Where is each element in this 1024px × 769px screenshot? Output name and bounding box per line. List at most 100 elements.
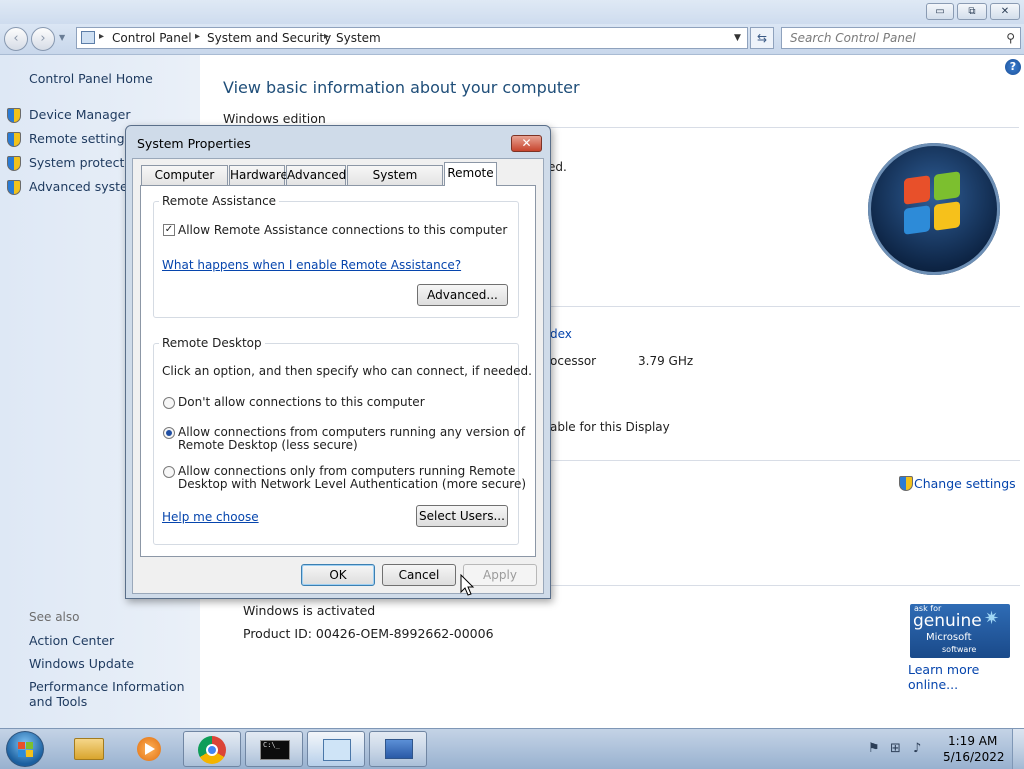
search-icon[interactable]: ⚲ (1006, 31, 1015, 45)
change-settings-link[interactable]: Change settings (914, 476, 1016, 491)
windows-edition-heading: Windows edition (223, 111, 326, 126)
breadcrumb-system[interactable]: System (336, 31, 381, 45)
maximize-button[interactable]: ⧉ (957, 3, 987, 20)
control-panel-icon (323, 739, 351, 761)
show-desktop-button[interactable] (1012, 729, 1024, 769)
radio-allow-any-version-label-2[interactable]: Remote Desktop (less secure) (178, 439, 358, 452)
folder-icon (74, 738, 104, 760)
refresh-icon: ⇆ (756, 31, 768, 45)
clock-date[interactable]: 5/16/2022 (943, 750, 1005, 764)
start-logo-icon (18, 750, 25, 757)
dialog-body: Computer Name Hardware Advanced System P… (132, 158, 544, 594)
windows-logo-icon (868, 143, 1000, 275)
help-me-choose-link[interactable]: Help me choose (162, 510, 259, 524)
system-properties-dialog: System Properties ✕ Computer Name Hardwa… (125, 125, 551, 599)
radio-allow-any-version[interactable] (163, 427, 175, 439)
windows-update-link[interactable]: Windows Update (29, 656, 134, 671)
activation-status: Windows is activated (243, 603, 376, 618)
action-center-flag-icon[interactable]: ⚑ (868, 741, 880, 756)
performance-information-link[interactable]: Performance Information and Tools (29, 679, 194, 709)
start-logo-icon (26, 742, 33, 749)
system-monitor-icon (385, 739, 413, 759)
play-icon (145, 743, 155, 755)
control-panel-home-link[interactable]: Control Panel Home (29, 71, 153, 86)
recent-pages-icon[interactable]: ▼ (59, 33, 65, 42)
processor-speed: 3.79 GHz (638, 354, 694, 368)
minimize-button[interactable]: ▭ (926, 3, 954, 20)
divider (550, 585, 1020, 586)
tab-computer-name[interactable]: Computer Name (141, 165, 228, 200)
badge-text: software (942, 645, 977, 654)
search-box[interactable]: Search Control Panel ⚲ (781, 27, 1021, 49)
refresh-button[interactable]: ⇆ (750, 27, 774, 49)
star-icon: ✷ (984, 608, 1000, 629)
search-input[interactable]: Search Control Panel (790, 31, 916, 45)
remote-desktop-instruction: Click an option, and then specify who ca… (162, 364, 532, 378)
breadcrumb-control-panel[interactable]: Control Panel (112, 31, 192, 45)
network-icon[interactable]: ⊞ (890, 741, 901, 756)
help-icon[interactable]: ? (1005, 59, 1021, 75)
address-bar[interactable]: ▸ Control Panel ▸ System and Security ▸ … (76, 27, 748, 49)
device-manager-link[interactable]: Device Manager (29, 107, 131, 122)
close-icon: ✕ (521, 136, 532, 150)
volume-icon[interactable]: ♪ (913, 741, 921, 756)
breadcrumb-separator-icon[interactable]: ▸ (195, 31, 200, 42)
forward-button[interactable]: › (31, 27, 55, 51)
advanced-button[interactable]: Advanced... (417, 284, 508, 306)
chrome-center-icon (206, 744, 218, 756)
back-button[interactable]: ‹ (4, 27, 28, 51)
check-icon: ✓ (164, 224, 174, 235)
badge-text: Microsoft (926, 632, 972, 643)
clock-time[interactable]: 1:19 AM (948, 734, 997, 748)
tab-advanced[interactable]: Advanced (286, 165, 346, 185)
radio-selected-dot (166, 430, 172, 436)
divider (550, 306, 1020, 307)
taskbar-control-panel[interactable] (307, 731, 365, 767)
remote-settings-link[interactable]: Remote settings (29, 131, 131, 146)
radio-dont-allow-label[interactable]: Don't allow connections to this computer (178, 396, 425, 409)
cancel-button[interactable]: Cancel (382, 564, 456, 586)
dialog-title: System Properties (137, 136, 251, 151)
remote-tab-panel: Remote Assistance ✓ Allow Remote Assista… (140, 185, 536, 557)
partial-text: able for this Display (550, 420, 670, 434)
allow-remote-assistance-label[interactable]: Allow Remote Assistance connections to t… (178, 224, 507, 237)
radio-allow-nla-only[interactable] (163, 466, 175, 478)
allow-remote-assistance-checkbox[interactable]: ✓ (163, 224, 175, 236)
breadcrumb-separator-icon[interactable]: ▸ (99, 31, 104, 42)
taskbar-command-prompt[interactable]: C:\_ (245, 731, 303, 767)
tab-hardware[interactable]: Hardware (229, 165, 288, 185)
tab-system-protection[interactable]: System Protection (347, 165, 443, 200)
radio-allow-nla-only-label-2[interactable]: Desktop with Network Level Authenticatio… (178, 478, 526, 491)
logo-flag-red (904, 175, 930, 205)
close-window-button[interactable]: ✕ (990, 3, 1020, 20)
badge-text: genuine (913, 611, 982, 631)
remote-assistance-help-link[interactable]: What happens when I enable Remote Assist… (162, 258, 461, 272)
shield-icon (7, 132, 21, 147)
action-center-link[interactable]: Action Center (29, 633, 114, 648)
ok-button[interactable]: OK (301, 564, 375, 586)
shield-icon (7, 156, 21, 171)
radio-dont-allow[interactable] (163, 397, 175, 409)
learn-more-link[interactable]: Learn more online... (908, 662, 1024, 692)
breadcrumb-separator-icon[interactable]: ▸ (324, 31, 329, 42)
taskbar-chrome[interactable] (183, 731, 241, 767)
remote-assistance-heading: Remote Assistance (159, 194, 280, 208)
taskbar-system-properties[interactable] (369, 731, 427, 767)
tab-remote[interactable]: Remote (444, 162, 497, 186)
logo-flag-green (934, 171, 960, 201)
taskbar-media-player[interactable] (121, 731, 179, 767)
command-prompt-icon: C:\_ (260, 740, 290, 760)
start-button[interactable] (6, 731, 44, 767)
genuine-microsoft-badge[interactable]: ask for genuine Microsoft software ✷ (910, 604, 1010, 658)
shield-icon (7, 180, 21, 195)
breadcrumb-system-and-security[interactable]: System and Security (207, 31, 331, 45)
dialog-close-button[interactable]: ✕ (511, 135, 542, 152)
logo-flag-yellow (934, 201, 960, 231)
select-users-button[interactable]: Select Users... (416, 505, 508, 527)
remote-desktop-heading: Remote Desktop (159, 336, 265, 350)
address-dropdown-icon[interactable]: ▼ (734, 33, 741, 43)
taskbar-explorer[interactable] (60, 731, 118, 767)
partial-link[interactable]: dex (550, 327, 572, 341)
logo-flag-blue (904, 205, 930, 235)
page-title: View basic information about your comput… (223, 78, 580, 97)
